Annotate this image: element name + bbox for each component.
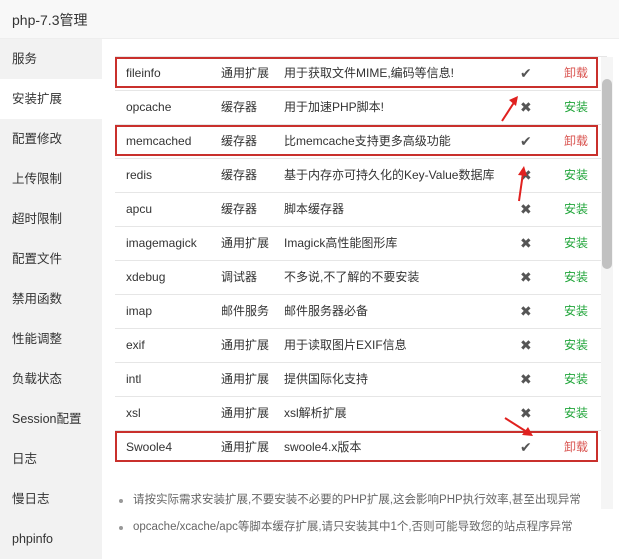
sidebar: 服务 安装扩展 配置修改 上传限制 超时限制 配置文件 禁用函数 性能调整 负载状态 Sessio… xyxy=(0,39,102,559)
install-link[interactable]: 安装 xyxy=(564,363,588,396)
table-row: redis缓存器基于内存亦可持久化的Key-Value数据库✖安装 xyxy=(115,158,607,192)
extension-type: 缓存器 xyxy=(221,202,258,216)
extensions-table: fileinfo 通用扩展 用于获取文件MIME,编码等信息! ✔ 卸载 opcache 缓… xyxy=(115,56,607,511)
sidebar-item[interactable]: 超时限制 xyxy=(0,199,102,239)
note-item: 请按实际需求安装扩展,不要安装不必要的PHP扩展,这会影响PHP执行效率,甚至出… xyxy=(116,487,616,514)
sidebar-item[interactable]: Session配置 xyxy=(0,399,102,439)
install-link[interactable]: 安装 xyxy=(564,295,588,328)
extension-description: 用于读取图片EXIF信息 xyxy=(284,338,407,352)
table-row: apcu 缓存器 脚本缓存器 ✖ 安装 xyxy=(115,192,607,226)
sidebar-item[interactable]: 服务 xyxy=(0,39,102,79)
window-title: php-7.3管理 xyxy=(12,12,88,28)
sidebar-item[interactable]: 配置文件 xyxy=(0,239,102,279)
sidebar-item[interactable]: 性能调整 xyxy=(0,319,102,359)
install-link[interactable]: 安装 xyxy=(564,261,588,294)
cross-icon: ✖ xyxy=(520,371,532,387)
notes-list: 请按实际需求安装扩展,不要安装不必要的PHP扩展,这会影响PHP执行效率,甚至出… xyxy=(116,487,616,541)
table-row: exif 通用扩展 用于读取图片EXIF信息 ✖ 安装 xyxy=(115,328,607,362)
table-scrollbar[interactable] xyxy=(601,57,613,509)
table-row: intl 通用扩展 提供国际化支持 ✖ 安装 xyxy=(115,362,607,396)
extension-name: opcache xyxy=(126,100,172,114)
sidebar-item[interactable]: 负载状态 xyxy=(0,359,102,399)
table-row: imap 邮件服务 邮件服务器必备 ✖ 安装 xyxy=(115,294,607,328)
extension-description: 提供国际化支持 xyxy=(284,372,369,386)
extension-description: 邮件服务器必备 xyxy=(284,304,369,318)
extension-name: xdebug xyxy=(126,270,166,284)
extension-type: 调试器 xyxy=(221,270,258,284)
install-link[interactable]: 安装 xyxy=(564,193,588,226)
install-link[interactable]: 安装 xyxy=(564,329,588,362)
window-titlebar: php-7.3管理 xyxy=(0,0,619,39)
install-link[interactable]: 安装 xyxy=(564,397,588,430)
extension-name: imagemagick xyxy=(126,236,197,250)
highlight-box xyxy=(115,57,598,88)
table-row: imagemagick 通用扩展 Imagick高性能图形库 ✖ 安装 xyxy=(115,226,607,260)
sidebar-item[interactable]: 慢日志 xyxy=(0,479,102,519)
sidebar-item[interactable]: 安装扩展 xyxy=(0,79,102,119)
extension-description: 脚本缓存器 xyxy=(284,202,345,216)
extension-type: 缓存器 xyxy=(221,100,258,114)
annotation-arrow xyxy=(501,96,518,122)
extension-description: 不多说,不了解的不要安装 xyxy=(284,270,420,284)
extension-type: 通用扩展 xyxy=(221,338,270,352)
annotation-arrow xyxy=(518,166,527,202)
annotation-arrow xyxy=(504,417,533,436)
install-link[interactable]: 安装 xyxy=(564,227,588,260)
cross-icon: ✖ xyxy=(520,303,532,319)
scrollbar-thumb[interactable] xyxy=(602,79,612,269)
cross-icon: ✖ xyxy=(520,235,532,251)
extension-name: exif xyxy=(126,338,145,352)
sidebar-item[interactable]: 上传限制 xyxy=(0,159,102,199)
table-row: xdebug 调试器 不多说,不了解的不要安装 ✖ 安装 xyxy=(115,260,607,294)
extension-type: 通用扩展 xyxy=(221,406,270,420)
extension-name: redis xyxy=(126,168,153,182)
install-link[interactable]: 安装 xyxy=(564,91,588,124)
sidebar-item[interactable]: 禁用函数 xyxy=(0,279,102,319)
cross-icon: ✖ xyxy=(520,269,532,285)
extension-type: 缓存器 xyxy=(221,168,258,182)
sidebar-item[interactable]: 日志 xyxy=(0,439,102,479)
extension-name: imap xyxy=(126,304,153,318)
note-item: opcache/xcache/apc等脚本缓存扩展,请只安装其中1个,否则可能导… xyxy=(116,514,616,541)
main-panel: fileinfo 通用扩展 用于获取文件MIME,编码等信息! ✔ 卸载 opcache 缓… xyxy=(102,39,619,559)
extension-name: apcu xyxy=(126,202,153,216)
highlight-box xyxy=(115,125,598,156)
cross-icon: ✖ xyxy=(520,337,532,353)
extension-description: Imagick高性能图形库 xyxy=(284,236,398,250)
sidebar-item[interactable]: 配置修改 xyxy=(0,119,102,159)
extension-name: xsl xyxy=(126,406,141,420)
extension-description: 用于加速PHP脚本! xyxy=(284,100,385,114)
extension-type: 邮件服务 xyxy=(221,304,270,318)
extension-name: intl xyxy=(126,372,142,386)
extension-description: 基于内存亦可持久化的Key-Value数据库 xyxy=(284,168,495,182)
extension-type: 通用扩展 xyxy=(221,372,270,386)
install-link[interactable]: 安装 xyxy=(564,159,588,192)
extension-type: 通用扩展 xyxy=(221,236,270,250)
table-row: opcache 缓存器 用于加速PHP脚本! ✖ 安装 xyxy=(115,90,607,124)
extension-description: xsl解析扩展 xyxy=(284,406,347,420)
sidebar-item[interactable]: phpinfo xyxy=(0,519,102,559)
